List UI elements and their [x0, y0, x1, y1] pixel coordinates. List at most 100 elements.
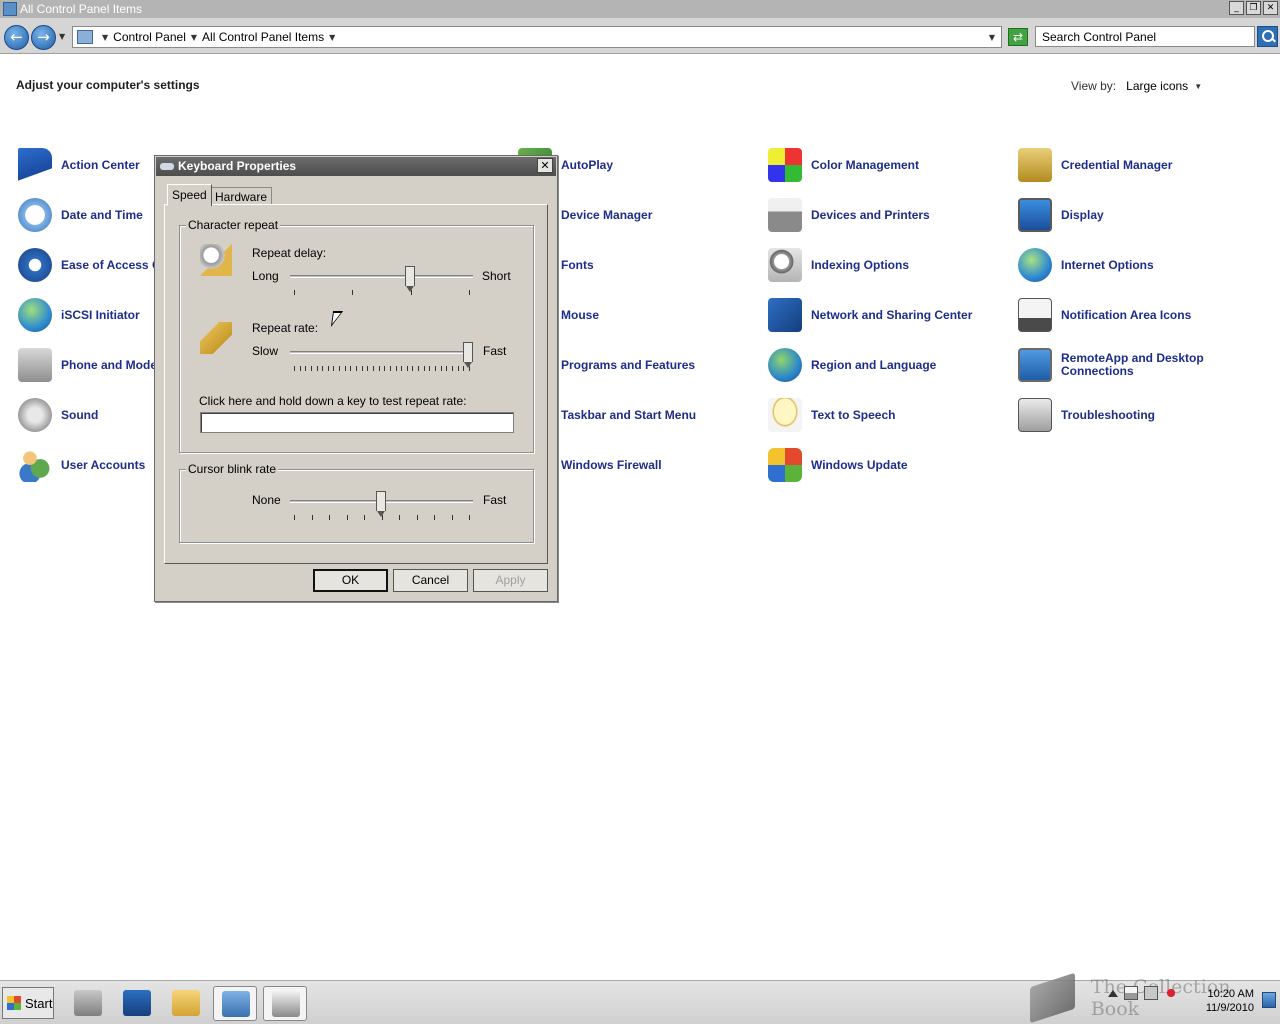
- close-button[interactable]: ✕: [1263, 1, 1278, 15]
- repeat-rate-track[interactable]: [290, 351, 473, 354]
- view-by-label: View by:: [1071, 79, 1117, 93]
- breadcrumb-control-panel[interactable]: Control Panel: [113, 30, 186, 44]
- item-label[interactable]: Ease of Access C: [61, 258, 161, 272]
- refresh-button[interactable]: ⇄: [1008, 28, 1028, 46]
- item-label[interactable]: Fonts: [561, 258, 594, 272]
- repeat-delay-track[interactable]: [290, 275, 473, 278]
- address-dropdown[interactable]: ▼: [989, 33, 995, 42]
- tab-hardware[interactable]: Hardware: [210, 187, 273, 205]
- item-windows-update[interactable]: Windows Update: [750, 440, 990, 490]
- item-label[interactable]: Mouse: [561, 308, 599, 322]
- item-label[interactable]: Date and Time: [61, 208, 143, 222]
- forward-button[interactable]: →: [31, 25, 56, 50]
- speaker-icon: [18, 398, 52, 432]
- item-label[interactable]: Sound: [61, 408, 98, 422]
- slider-tick: [469, 515, 470, 520]
- item-notification-area[interactable]: Notification Area Icons: [1000, 290, 1240, 340]
- volume-muted-icon[interactable]: [1164, 986, 1178, 1000]
- minimize-button[interactable]: _: [1229, 1, 1244, 15]
- item-internet-options[interactable]: Internet Options: [1000, 240, 1240, 290]
- item-label[interactable]: Windows Firewall: [561, 458, 662, 472]
- maximize-button[interactable]: ❐: [1246, 1, 1261, 15]
- repeat-delay-slider[interactable]: [405, 266, 415, 292]
- taskbar-powershell[interactable]: [115, 986, 159, 1021]
- tab-speed[interactable]: Speed: [167, 184, 212, 206]
- search-icon[interactable]: [1257, 26, 1278, 47]
- dialog-close-button[interactable]: ✕: [537, 158, 553, 173]
- blink-rate-slider[interactable]: [376, 491, 386, 517]
- clock[interactable]: 10:20 AM 11/9/2010: [1200, 987, 1254, 1015]
- action-center-flag-icon[interactable]: [1124, 986, 1138, 1000]
- item-credential-manager[interactable]: Credential Manager: [1000, 140, 1240, 190]
- item-label[interactable]: RemoteApp and Desktop Connections: [1061, 352, 1211, 378]
- apply-button[interactable]: Apply: [473, 569, 548, 592]
- item-label[interactable]: AutoPlay: [561, 158, 613, 172]
- item-label[interactable]: Internet Options: [1061, 258, 1154, 272]
- users-icon: [18, 448, 52, 482]
- recent-pages-dropdown[interactable]: ▼: [59, 32, 65, 41]
- printer-icon: [768, 198, 802, 232]
- item-label[interactable]: Programs and Features: [561, 358, 695, 372]
- item-label[interactable]: User Accounts: [61, 458, 145, 472]
- item-troubleshooting[interactable]: Troubleshooting: [1000, 390, 1240, 440]
- clock-time: 10:20 AM: [1207, 988, 1254, 1000]
- view-by-dropdown[interactable]: Large icons: [1126, 79, 1188, 93]
- item-region-language[interactable]: Region and Language: [750, 340, 990, 390]
- show-desktop-button[interactable]: [1262, 992, 1276, 1008]
- item-color-management[interactable]: Color Management: [750, 140, 990, 190]
- search-input[interactable]: Search Control Panel: [1035, 26, 1255, 47]
- item-label[interactable]: iSCSI Initiator: [61, 308, 140, 322]
- chevron-down-icon[interactable]: ▼: [191, 33, 197, 42]
- item-label[interactable]: Troubleshooting: [1061, 408, 1155, 422]
- back-button[interactable]: ←: [4, 25, 29, 50]
- item-network-sharing[interactable]: Network and Sharing Center: [750, 290, 990, 340]
- item-label[interactable]: Windows Update: [811, 458, 908, 472]
- taskbar-explorer[interactable]: [164, 986, 208, 1021]
- item-label[interactable]: Phone and Mode: [61, 358, 157, 372]
- repeat-rate-ticks: [294, 366, 470, 371]
- cancel-button[interactable]: Cancel: [393, 569, 468, 592]
- test-label: Click here and hold down a key to test r…: [199, 394, 467, 408]
- item-display[interactable]: Display: [1000, 190, 1240, 240]
- item-label[interactable]: Action Center: [61, 158, 140, 172]
- ease-of-access-icon: [18, 248, 52, 282]
- taskbar-server-manager[interactable]: [66, 986, 110, 1021]
- repeat-test-input[interactable]: [200, 412, 514, 433]
- breadcrumb-all-items[interactable]: All Control Panel Items: [202, 30, 324, 44]
- repeat-rate-slider[interactable]: [463, 342, 473, 368]
- ok-button[interactable]: OK: [313, 569, 388, 592]
- network-icon[interactable]: [1144, 986, 1158, 1000]
- group-title: Cursor blink rate: [186, 462, 279, 476]
- show-hidden-icons-icon[interactable]: [1108, 990, 1118, 997]
- item-label[interactable]: Notification Area Icons: [1061, 308, 1191, 322]
- chevron-down-icon[interactable]: ▼: [1194, 82, 1202, 91]
- slider-tick: [446, 366, 448, 371]
- item-label[interactable]: Credential Manager: [1061, 158, 1172, 172]
- chevron-down-icon[interactable]: ▼: [329, 33, 335, 42]
- chevron-down-icon[interactable]: ▼: [102, 33, 108, 42]
- item-text-to-speech[interactable]: Text to Speech: [750, 390, 990, 440]
- dialog-title-bar[interactable]: Keyboard Properties: [156, 157, 556, 176]
- item-label[interactable]: Region and Language: [811, 358, 936, 372]
- taskbar-keyboard-properties[interactable]: [263, 986, 307, 1021]
- item-label[interactable]: Network and Sharing Center: [811, 308, 972, 322]
- rate-max-label: Fast: [483, 344, 507, 358]
- item-indexing-options[interactable]: Indexing Options: [750, 240, 990, 290]
- item-label[interactable]: Indexing Options: [811, 258, 909, 272]
- item-remoteapp[interactable]: RemoteApp and Desktop Connections: [1000, 340, 1260, 390]
- clock-date: 11/9/2010: [1205, 1002, 1254, 1014]
- item-label[interactable]: Devices and Printers: [811, 208, 930, 222]
- slider-tick: [434, 515, 435, 520]
- item-label[interactable]: Color Management: [811, 158, 919, 172]
- item-devices-printers[interactable]: Devices and Printers: [750, 190, 990, 240]
- taskbar-control-panel[interactable]: [213, 986, 257, 1021]
- slider-tick: [329, 515, 330, 520]
- start-button[interactable]: Start: [2, 987, 54, 1019]
- address-input[interactable]: ▼ Control Panel ▼ All Control Panel Item…: [72, 26, 1002, 48]
- item-label[interactable]: Display: [1061, 208, 1104, 222]
- item-label[interactable]: Text to Speech: [811, 408, 895, 422]
- item-label[interactable]: Taskbar and Start Menu: [561, 408, 696, 422]
- group-title: Character repeat: [186, 218, 281, 232]
- slider-tick: [429, 366, 431, 371]
- item-label[interactable]: Device Manager: [561, 208, 652, 222]
